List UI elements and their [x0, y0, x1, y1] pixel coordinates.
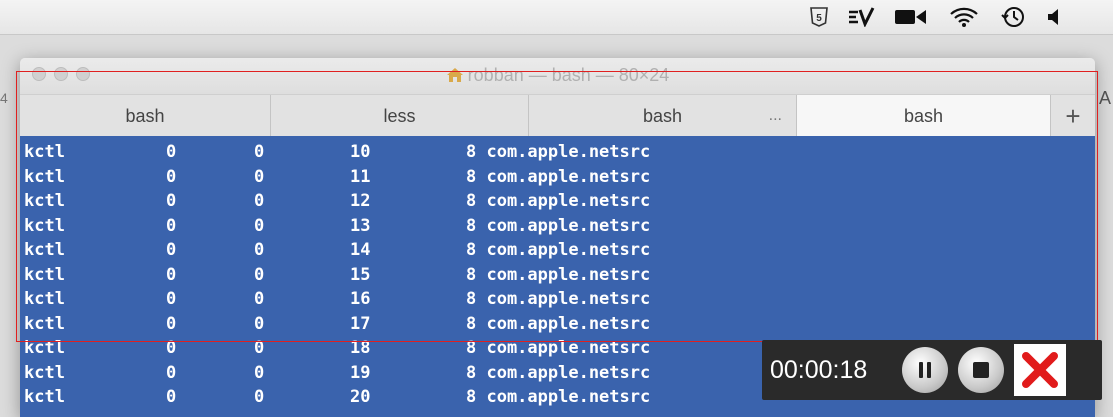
terminal-cell: kctl	[24, 191, 65, 211]
recording-controls: 00:00:18	[762, 340, 1102, 400]
tab-bar: bash less bash ... bash +	[20, 94, 1095, 138]
terminal-cell: 10	[350, 142, 371, 162]
home-icon	[446, 67, 464, 88]
terminal-cell: 20	[350, 387, 371, 407]
terminal-cell: 0	[254, 387, 265, 407]
tab-overflow-indicator: ...	[768, 107, 782, 124]
wifi-icon[interactable]	[948, 6, 980, 28]
terminal-cell: 18	[350, 338, 371, 358]
svg-text:5: 5	[816, 13, 822, 24]
terminal-cell: 8 com.apple.netsrc	[466, 240, 651, 260]
pause-icon	[919, 362, 931, 378]
terminal-cell: 0	[254, 362, 265, 383]
terminal-line: kctl 0 0 15 8 com.apple.netsrc	[20, 265, 1095, 289]
terminal-cell: 8 com.apple.netsrc	[466, 191, 651, 211]
terminal-line: kctl 0 0 16 8 com.apple.netsrc	[20, 289, 1095, 313]
cancel-recording-button[interactable]	[1014, 344, 1066, 396]
terminal-line: kctl 0 0 17 8 com.apple.netsrc	[20, 314, 1095, 338]
terminal-cell: kctl	[24, 289, 65, 309]
terminal-cell: 0	[254, 264, 265, 285]
terminal-cell: 8 com.apple.netsrc	[466, 387, 651, 407]
terminal-cell: 8 com.apple.netsrc	[466, 264, 651, 285]
terminal-cell: 14	[350, 240, 371, 260]
terminal-cell: kctl	[24, 240, 65, 260]
terminal-cell: kctl	[24, 166, 65, 187]
terminal-cell: 8 com.apple.netsrc	[466, 313, 651, 334]
stop-button[interactable]	[958, 347, 1004, 393]
volume-icon[interactable]	[1044, 6, 1064, 28]
terminal-line: kctl 0 0 12 8 com.apple.netsrc	[20, 191, 1095, 215]
stop-icon	[973, 362, 989, 378]
pause-button[interactable]	[902, 347, 948, 393]
terminal-cell: 0	[166, 362, 177, 383]
window-title-text: robban — bash — 80×24	[467, 65, 670, 85]
title-bar[interactable]: robban — bash — 80×24	[20, 58, 1095, 94]
terminal-cell: 0	[254, 166, 265, 187]
terminal-cell: kctl	[24, 264, 65, 285]
menu-bar: 5	[0, 0, 1113, 35]
terminal-cell: 13	[350, 215, 371, 236]
terminal-cell: 0	[254, 338, 265, 358]
terminal-cell: 0	[166, 142, 177, 162]
tab-label: bash	[642, 105, 683, 126]
terminal-cell: 11	[350, 166, 371, 187]
terminal-cell: 0	[166, 338, 177, 358]
terminal-cell: 8 com.apple.netsrc	[466, 215, 651, 236]
terminal-cell: 0	[166, 387, 177, 407]
terminal-cell: 0	[166, 289, 177, 309]
time-machine-icon[interactable]	[1000, 6, 1026, 28]
tab-less[interactable]: less	[271, 95, 529, 137]
terminal-cell: 17	[350, 313, 371, 334]
terminal-cell: 0	[166, 240, 177, 260]
tab-label: bash	[125, 105, 165, 126]
terminal-cell: 8 com.apple.netsrc	[466, 362, 651, 383]
tab-bash-2[interactable]: bash ...	[529, 95, 797, 137]
terminal-cell: kctl	[24, 313, 65, 334]
terminal-cell: kctl	[24, 362, 65, 383]
terminal-cell: kctl	[24, 142, 65, 162]
terminal-cell: 19	[350, 362, 371, 383]
tab-label: bash	[903, 105, 944, 126]
terminal-cell: 8 com.apple.netsrc	[466, 166, 651, 187]
terminal-cell: 0	[166, 166, 177, 187]
terminal-cell: 16	[350, 289, 371, 309]
terminal-cell: kctl	[24, 338, 65, 358]
tab-label: less	[383, 105, 416, 126]
terminal-cell: 0	[166, 215, 177, 236]
terminal-cell: 0	[254, 142, 265, 162]
camera-icon[interactable]	[893, 6, 929, 28]
terminal-cell: 0	[166, 191, 177, 211]
terminal-cell: 0	[254, 240, 265, 260]
terminal-cell: 0	[254, 313, 265, 334]
recording-timer: 00:00:18	[770, 355, 868, 384]
terminal-cell: 8 com.apple.netsrc	[466, 338, 651, 358]
terminal-line: kctl 0 0 13 8 com.apple.netsrc	[20, 216, 1095, 240]
terminal-cell: 8 com.apple.netsrc	[466, 289, 651, 309]
terminal-cell: kctl	[24, 215, 65, 236]
html5-icon[interactable]: 5	[808, 6, 830, 28]
tab-bash-active[interactable]: bash	[797, 95, 1051, 137]
tab-bash-1[interactable]: bash	[20, 95, 271, 137]
terminal-cell: 15	[350, 264, 371, 285]
terminal-cell: 0	[254, 191, 265, 211]
evernote-icon[interactable]	[846, 6, 876, 28]
terminal-cell: 0	[254, 215, 265, 236]
terminal-cell: 0	[166, 264, 177, 285]
terminal-cell: kctl	[24, 387, 65, 407]
terminal-line: kctl 0 0 14 8 com.apple.netsrc	[20, 240, 1095, 264]
terminal-cell: 8 com.apple.netsrc	[466, 142, 651, 162]
background-window-edge: A	[1098, 88, 1111, 108]
new-tab-button[interactable]: +	[1051, 95, 1095, 137]
terminal-cell: 12	[350, 191, 371, 211]
background-window-edge: 4	[0, 90, 8, 106]
terminal-line: kctl 0 0 10 8 com.apple.netsrc	[20, 142, 1095, 166]
window-title: robban — bash — 80×24	[20, 65, 1095, 88]
terminal-cell: 0	[254, 289, 265, 309]
close-icon	[1022, 352, 1058, 388]
terminal-cell: 0	[166, 313, 177, 334]
terminal-line: kctl 0 0 11 8 com.apple.netsrc	[20, 167, 1095, 191]
